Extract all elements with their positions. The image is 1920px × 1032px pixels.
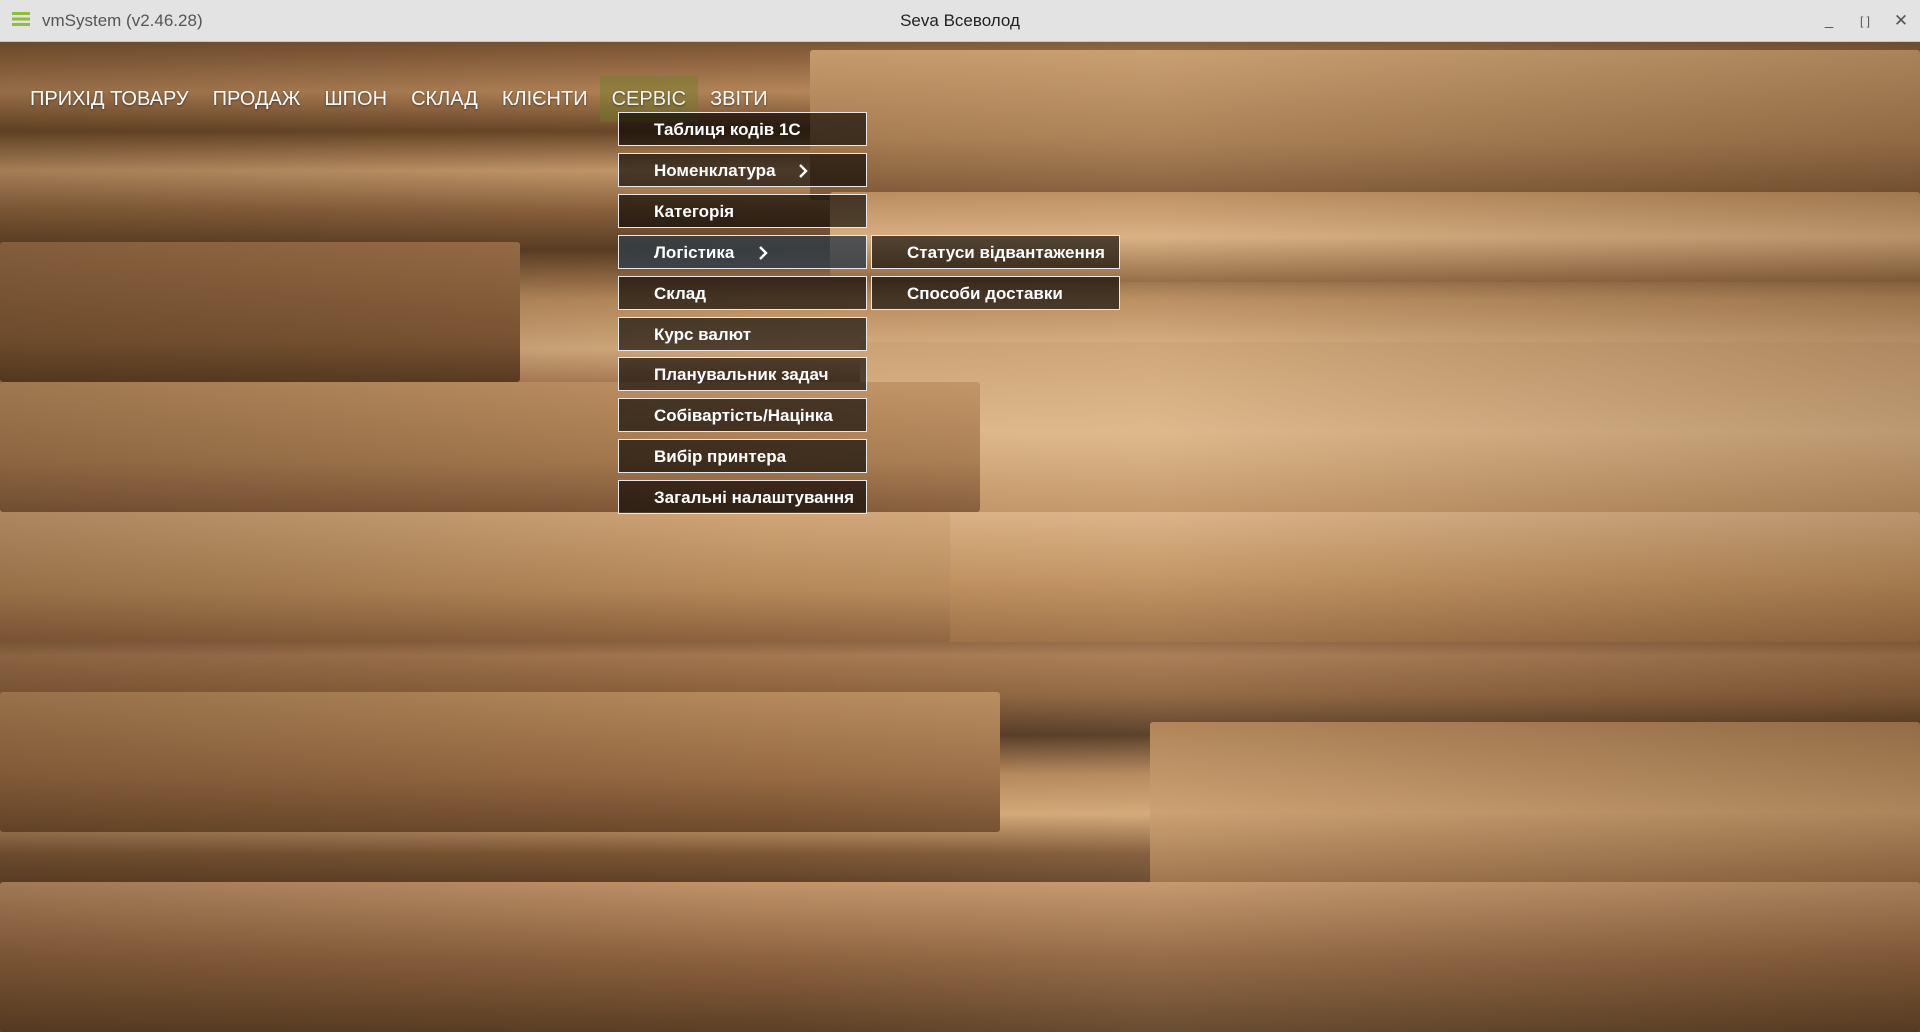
menu-item-label: Таблиця кодів 1С — [654, 120, 801, 139]
menu-warehouse[interactable]: СКЛАД — [399, 76, 490, 122]
menu-item-label: Вибір принтера — [654, 447, 787, 466]
chevron-right-icon — [799, 164, 808, 178]
app-menu-icon[interactable] — [12, 11, 30, 27]
menu-item-label: Собівартість/Націнка — [654, 406, 833, 425]
menu-veneer[interactable]: ШПОН — [312, 76, 399, 122]
menu-goods-receipt[interactable]: ПРИХІД ТОВАРУ — [18, 76, 201, 122]
menu-item-label: Склад — [654, 284, 707, 303]
title-bar: vmSystem (v2.46.28) Seva Всеволод _ [ ] … — [0, 0, 1920, 42]
menu-sales[interactable]: ПРОДАЖ — [201, 76, 313, 122]
menu-item-exchange-rate[interactable]: Курс валют — [618, 317, 867, 351]
menu-item-label: Номенклатура — [654, 161, 776, 180]
menu-item-task-scheduler[interactable]: Планувальник задач — [618, 357, 867, 391]
menu-item-nomenclature[interactable]: Номенклатура — [618, 153, 867, 187]
menu-item-label: Загальні налаштування — [654, 488, 855, 507]
menu-item-general-settings[interactable]: Загальні налаштування — [618, 480, 867, 514]
menu-item-1c-codes[interactable]: Таблиця кодів 1С — [618, 112, 867, 146]
submenu-item-shipping-statuses[interactable]: Статуси відвантаження — [871, 235, 1120, 269]
menu-item-label: Способи доставки — [907, 284, 1063, 303]
menu-item-label: Логістика — [654, 243, 735, 262]
menu-item-category[interactable]: Категорія — [618, 194, 867, 228]
background-image — [0, 42, 1920, 1032]
menu-clients[interactable]: КЛІЄНТИ — [490, 76, 600, 122]
chevron-right-icon — [759, 246, 768, 260]
maximize-button[interactable]: [ ] — [1848, 0, 1882, 42]
menu-item-warehouse[interactable]: Склад — [618, 276, 867, 310]
menu-item-label: Статуси відвантаження — [907, 243, 1105, 262]
menu-item-printer-select[interactable]: Вибір принтера — [618, 439, 867, 473]
current-user: Seva Всеволод — [900, 10, 1020, 30]
minimize-button[interactable]: _ — [1812, 0, 1846, 42]
app-title: vmSystem (v2.46.28) — [42, 11, 203, 30]
menu-item-label: Курс валют — [654, 325, 752, 344]
menu-item-label: Планувальник задач — [654, 365, 829, 384]
menu-item-logistics[interactable]: Логістика — [618, 235, 867, 269]
submenu-item-delivery-methods[interactable]: Способи доставки — [871, 276, 1120, 310]
close-button[interactable]: ✕ — [1884, 0, 1918, 42]
menu-item-label: Категорія — [654, 202, 735, 221]
menu-item-cost-markup[interactable]: Собівартість/Націнка — [618, 398, 867, 432]
